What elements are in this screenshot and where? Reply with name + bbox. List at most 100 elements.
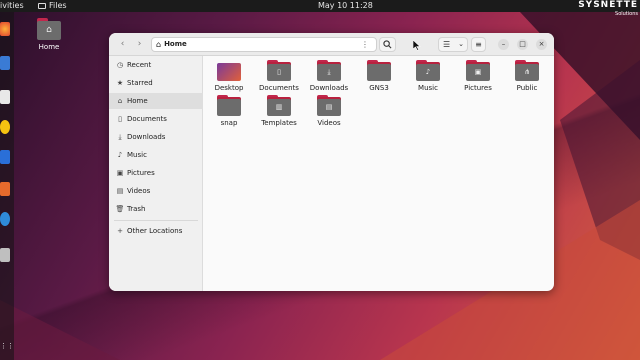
forward-button[interactable]: › (132, 38, 147, 51)
folder-item-snap[interactable]: snap (206, 92, 252, 127)
picture-icon: ▣ (116, 169, 124, 177)
folder-item-downloads[interactable]: ⤓ Downloads (306, 57, 352, 92)
sidebar-item-trash[interactable]: 🗑 Trash (109, 201, 203, 217)
thunderbird-icon[interactable] (0, 56, 10, 70)
star-icon: ★ (116, 79, 124, 87)
desktop-home-icon[interactable]: ⌂ Home (34, 18, 64, 51)
folder-item-gns3[interactable]: GNS3 (356, 57, 402, 92)
search-icon (383, 40, 392, 49)
sidebar-item-label: Other Locations (127, 227, 183, 235)
back-button[interactable]: ‹ (115, 38, 130, 51)
kebab-icon: ⋮ (361, 40, 369, 49)
sidebar-item-label: Home (127, 97, 148, 105)
folder-item-music[interactable]: ♪ Music (405, 57, 451, 92)
app-menu-files[interactable]: Files (38, 0, 67, 12)
sidebar-item-label: Videos (127, 187, 151, 195)
folder-item-pictures[interactable]: ▣ Pictures (455, 57, 501, 92)
desktop-folder-icon (217, 63, 241, 81)
sidebar-item-label: Music (127, 151, 147, 159)
public-folder-icon: ⋔ (515, 60, 539, 81)
sidebar-item-label: Trash (127, 205, 146, 213)
home-icon: ⌂ (117, 97, 123, 105)
close-icon: × (538, 40, 545, 48)
files-icon[interactable] (0, 90, 10, 104)
clock-icon: ◷ (116, 61, 124, 69)
sidebar: ◷ Recent ★ Starred ⌂ Home ▯ Documents ⤓ Downl… (109, 56, 203, 291)
sidebar-item-label: Pictures (127, 169, 155, 177)
folder-item-desktop[interactable]: Desktop (206, 57, 252, 92)
folder-item-templates[interactable]: ▥ Templates (256, 92, 302, 127)
maximize-button[interactable]: □ (517, 39, 528, 50)
folder-label: Documents (259, 84, 299, 92)
downloads-folder-icon: ⤓ (317, 60, 341, 81)
list-view-icon: ☰ (443, 40, 451, 49)
main-menu-button[interactable]: ≡ (471, 37, 486, 52)
files-window: ‹ › ⌂ Home ⋮ ☰ ⌄ ≡ – □ × ◷ Recent ★ Starre… (109, 33, 554, 291)
folder-item-videos[interactable]: ▤ Videos (306, 92, 352, 127)
sidebar-item-home[interactable]: ⌂ Home (109, 93, 203, 109)
sidebar-item-videos[interactable]: ▤ Videos (109, 183, 203, 199)
folder-icon (367, 60, 391, 81)
sidebar-item-documents[interactable]: ▯ Documents (109, 111, 203, 127)
help-icon[interactable] (0, 212, 10, 226)
close-button[interactable]: × (536, 39, 547, 50)
folder-icon (217, 95, 241, 116)
document-icon: ▯ (118, 115, 122, 123)
path-bar[interactable]: ⌂ Home (151, 37, 377, 52)
video-icon: ▤ (116, 187, 124, 195)
chevron-left-icon: ‹ (120, 39, 125, 49)
rhythmbox-icon[interactable] (0, 120, 10, 134)
search-button[interactable] (379, 37, 396, 52)
plus-icon: + (117, 227, 123, 235)
file-grid: Desktop ▯ Documents ⤓ Downloads GNS3 ♪ M… (204, 56, 554, 291)
music-folder-icon: ♪ (416, 60, 440, 81)
home-folder-icon: ⌂ (37, 18, 61, 40)
path-menu-button[interactable]: ⋮ (359, 38, 371, 51)
documents-folder-icon: ▯ (267, 60, 291, 81)
activities-button[interactable]: ivities (0, 0, 24, 12)
view-toggle-button[interactable]: ☰ ⌄ (438, 37, 468, 52)
sidebar-item-label: Downloads (127, 133, 166, 141)
software-icon[interactable] (0, 182, 10, 196)
templates-folder-icon: ▥ (267, 95, 291, 116)
sidebar-item-other-locations[interactable]: + Other Locations (109, 223, 203, 239)
minimize-icon: – (501, 40, 506, 48)
chevron-down-icon: ⌄ (458, 40, 464, 48)
app-menu-label: Files (49, 1, 67, 10)
folder-item-documents[interactable]: ▯ Documents (256, 57, 302, 92)
trash-icon: 🗑 (115, 205, 125, 213)
clock[interactable]: May 10 11:28 (318, 0, 373, 12)
folder-label: Videos (317, 119, 341, 127)
dock: ⋮⋮ (0, 12, 14, 360)
folder-label: Downloads (309, 84, 349, 92)
folder-item-public[interactable]: ⋔ Public (504, 57, 550, 92)
chevron-right-icon: › (137, 39, 142, 49)
download-icon: ⤓ (118, 133, 122, 141)
sidebar-item-pictures[interactable]: ▣ Pictures (109, 165, 203, 181)
minimize-button[interactable]: – (498, 39, 509, 50)
videos-folder-icon: ▤ (317, 95, 341, 116)
sidebar-item-downloads[interactable]: ⤓ Downloads (109, 129, 203, 145)
folder-label: Music (418, 84, 438, 92)
home-icon: ⌂ (156, 40, 162, 49)
sidebar-item-music[interactable]: ♪ Music (109, 147, 203, 163)
firefox-icon[interactable] (0, 22, 10, 36)
brand-tagline: Solutions (615, 11, 638, 17)
folder-label: Public (516, 84, 538, 92)
sidebar-item-recent[interactable]: ◷ Recent (109, 57, 203, 73)
maximize-icon: □ (519, 40, 526, 48)
sidebar-separator (114, 220, 198, 221)
folder-label: Desktop (214, 84, 244, 92)
top-bar: ivities Files May 10 11:28 (0, 0, 640, 12)
folder-label: Templates (261, 119, 297, 127)
hamburger-icon: ≡ (475, 40, 482, 49)
folder-label: Pictures (464, 84, 492, 92)
pictures-folder-icon: ▣ (466, 60, 490, 81)
writer-icon[interactable] (0, 150, 10, 164)
trash-icon[interactable] (0, 248, 10, 262)
folder-label: GNS3 (369, 84, 389, 92)
sidebar-item-label: Starred (127, 79, 153, 87)
folder-icon (38, 3, 46, 9)
sidebar-item-starred[interactable]: ★ Starred (109, 75, 203, 91)
show-apps-icon[interactable]: ⋮⋮ (0, 342, 14, 356)
